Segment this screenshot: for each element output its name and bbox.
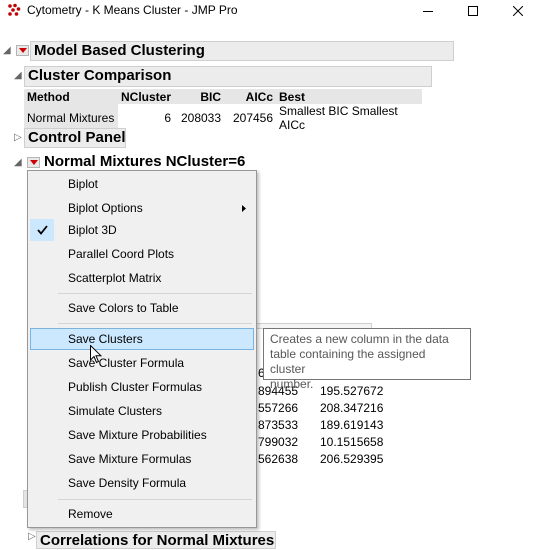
maximize-icon [468,5,478,16]
background-value: 206.529395 [320,452,384,466]
background-value: 10.1515658 [320,435,384,449]
red-triangle-menu-button[interactable] [16,45,29,56]
menu-item-scatterplot-matrix[interactable]: Scatterplot Matrix [30,267,254,289]
minimize-button[interactable] [408,0,448,21]
close-button[interactable] [498,0,535,21]
tooltip-line: Creates a new column in the data [270,332,449,346]
disclosure-collapsed-icon[interactable]: ▷ [14,132,22,144]
menu-item-biplot[interactable]: Biplot [30,173,254,195]
menu-separator [58,323,252,324]
red-triangle-icon [19,48,27,53]
jmp-app-icon [8,3,21,16]
background-value: 557266 [258,401,299,415]
table-cell: Smallest BIC Smallest AICc [279,104,398,132]
background-value: 189.619143 [320,418,384,432]
menu-item-parallel-coord-plots[interactable]: Parallel Coord Plots [30,243,254,265]
background-value: 799032 [258,435,299,449]
save-clusters-tooltip: Creates a new column in the data table c… [263,328,471,391]
red-triangle-menu-button[interactable] [27,157,40,168]
background-value: 562638 [258,452,299,466]
disclosure-icon[interactable]: ◢ [14,157,22,169]
menu-item-save-density-formula[interactable]: Save Density Formula [30,472,254,494]
menu-separator [58,293,252,294]
menu-item-publish-cluster-formulas[interactable]: Publish Cluster Formulas [30,376,254,398]
table-cell: 6 [164,111,172,125]
menu-item-biplot-options[interactable]: Biplot Options [30,197,254,219]
menu-item-biplot-3d[interactable]: Biplot 3D [30,219,254,241]
submenu-arrow-icon [242,205,246,212]
close-icon [513,5,523,16]
cluster-comparison-header[interactable]: Cluster Comparison [24,66,432,87]
window-title: Cytometry - K Means Cluster - JMP Pro [27,3,238,17]
control-panel-header[interactable]: Control Panel [24,128,126,148]
table-header-row: Method NCluster BIC AICc Best [24,89,423,104]
menu-item-remove[interactable]: Remove [30,503,254,525]
minimize-icon [423,10,433,12]
menu-item-simulate-clusters[interactable]: Simulate Clusters [30,400,254,422]
table-cell: 208033 [180,111,222,125]
red-triangle-icon [30,160,38,165]
tooltip-line: number. [270,377,314,391]
menu-item-save-clusters[interactable]: Save Clusters [30,328,254,350]
background-value: 208.347216 [320,401,384,415]
correlations-header[interactable]: Correlations for Normal Mixtures [36,531,276,549]
menu-item-save-colors-to-table[interactable]: Save Colors to Table [30,297,254,319]
menu-separator [58,499,252,500]
disclosure-icon[interactable]: ◢ [3,45,11,57]
column-header: AICc [224,89,277,104]
tooltip-line: table containing the assigned cluster [270,347,426,376]
background-value: 873533 [258,418,299,432]
red-triangle-popup-menu: Biplot Biplot Options Biplot 3D Parallel… [27,170,257,528]
maximize-button[interactable] [453,0,493,21]
cluster-comparison-table: Method NCluster BIC AICc Best Normal Mix… [24,89,423,132]
mouse-pointer-icon [90,345,102,364]
model-based-clustering-header[interactable]: Model Based Clustering [30,41,454,61]
column-header: Best [276,89,423,104]
menu-item-save-mixture-formulas[interactable]: Save Mixture Formulas [30,448,254,470]
column-header: BIC [174,89,225,104]
table-cell: 207456 [232,111,274,125]
normal-mixtures-header[interactable]: Normal Mixtures NCluster=6 [41,153,261,171]
column-header: Method [24,89,118,104]
column-header: NCluster [118,89,175,104]
menu-item-save-cluster-formula[interactable]: Save Cluster Formula [30,352,254,374]
disclosure-icon[interactable]: ◢ [14,70,22,82]
disclosure-collapsed-icon[interactable]: ▷ [28,531,36,543]
menu-item-save-mixture-probabilities[interactable]: Save Mixture Probabilities [30,424,254,446]
menu-item-label: Biplot Options [68,201,143,215]
title-bar: Cytometry - K Means Cluster - JMP Pro [0,0,535,21]
